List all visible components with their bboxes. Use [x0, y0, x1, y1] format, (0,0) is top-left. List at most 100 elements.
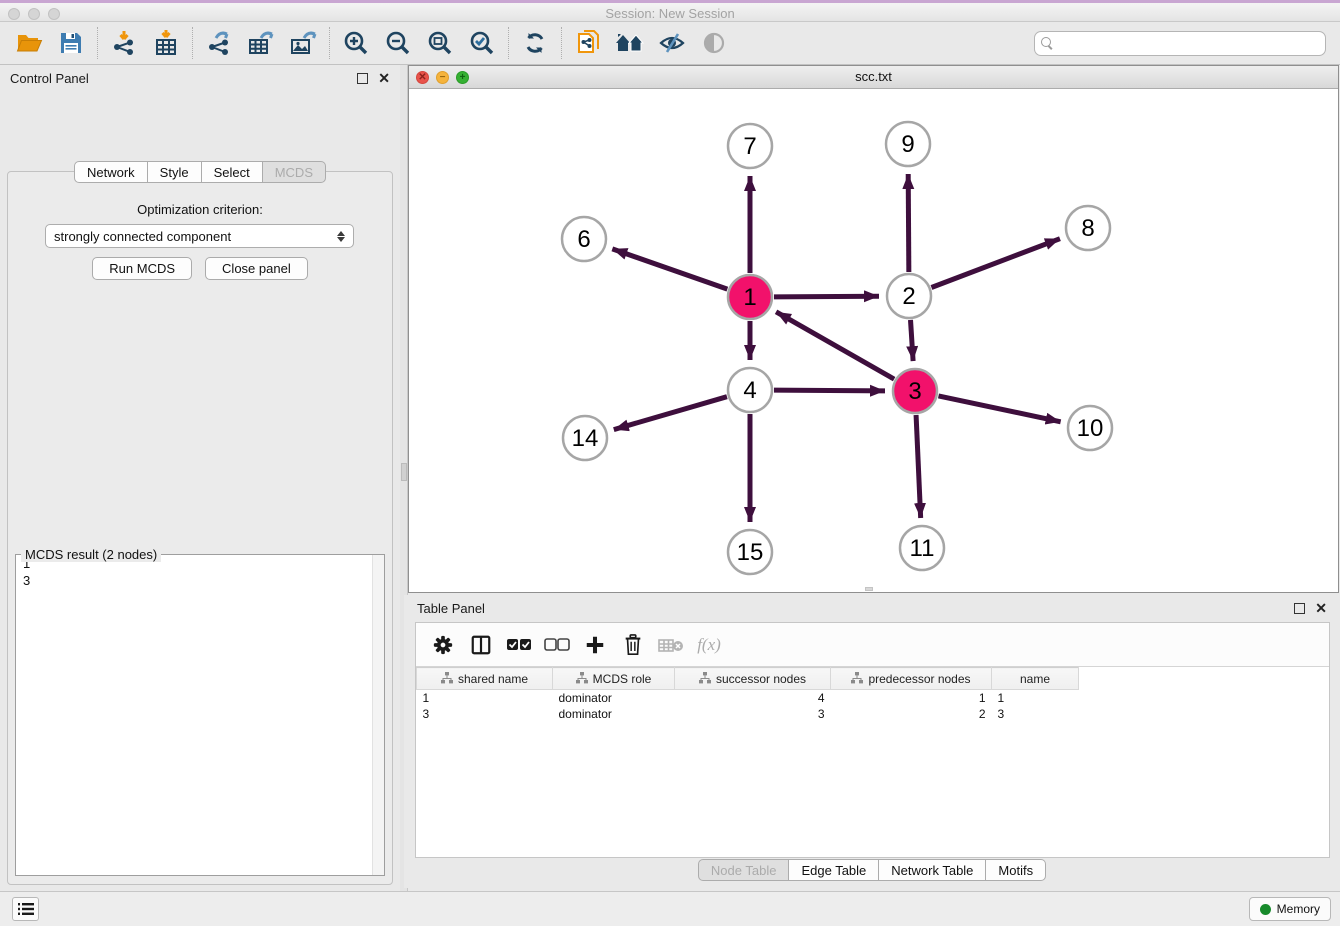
table-row[interactable]: 3 dominator 3 2 3	[417, 706, 1079, 722]
close-table-panel-icon[interactable]: ✕	[1315, 603, 1327, 614]
close-panel-button[interactable]: Close panel	[205, 257, 308, 280]
graph-node-label: 11	[910, 535, 935, 562]
column-header-predecessor-nodes[interactable]: predecessor nodes	[831, 668, 992, 690]
run-mcds-button[interactable]: Run MCDS	[92, 257, 192, 280]
graph-node-label: 9	[901, 131, 914, 158]
graph-node-label: 2	[902, 283, 915, 310]
memory-button[interactable]: Memory	[1249, 897, 1331, 921]
delete-table-icon-disabled	[654, 628, 688, 662]
graph-node-label: 3	[908, 378, 921, 405]
show-hidden-eye-icon[interactable]	[693, 25, 735, 61]
export-image-icon[interactable]	[282, 25, 324, 61]
memory-label: Memory	[1277, 902, 1320, 916]
graph-edge-3-1[interactable]	[776, 312, 894, 379]
tab-network[interactable]: Network	[74, 161, 148, 183]
mcds-result-title: MCDS result (2 nodes)	[21, 547, 161, 562]
graph-node-label: 15	[737, 539, 764, 566]
canvas-grip[interactable]	[865, 587, 873, 591]
network-window-title: scc.txt	[409, 69, 1338, 84]
float-table-panel-icon[interactable]	[1294, 603, 1305, 614]
export-table-icon[interactable]	[240, 25, 282, 61]
tab-select[interactable]: Select	[202, 161, 263, 183]
import-network-icon[interactable]	[103, 25, 145, 61]
tab-mcds[interactable]: MCDS	[263, 161, 326, 183]
table-toolbar: f(x)	[416, 623, 1329, 667]
graph-node-label: 6	[577, 226, 590, 253]
optimization-criterion-label: Optimization criterion:	[8, 202, 392, 217]
mcds-tab-pane: Optimization criterion: strongly connect…	[7, 171, 393, 885]
table-row[interactable]: 1 dominator 4 1 1	[417, 690, 1079, 706]
close-panel-icon[interactable]: ✕	[378, 73, 390, 84]
function-builder-icon-disabled: f(x)	[692, 628, 726, 662]
network-graph[interactable]: 7968124314101511	[409, 89, 1338, 592]
main-toolbar	[0, 22, 1340, 65]
table-panel: Table Panel ✕	[404, 595, 1340, 888]
table-settings-gear-icon[interactable]	[426, 628, 460, 662]
float-panel-icon[interactable]	[357, 73, 368, 84]
network-window-titlebar[interactable]: ✕ − + scc.txt	[409, 66, 1338, 89]
deselect-all-columns-icon[interactable]	[540, 628, 574, 662]
search-icon	[1041, 37, 1054, 50]
column-header-mcds-role[interactable]: MCDS role	[553, 668, 675, 690]
app-titlebar: Session: New Session	[0, 0, 1340, 22]
graph-edge-2-3[interactable]	[911, 320, 914, 361]
network-canvas[interactable]: 7968124314101511	[409, 89, 1338, 592]
import-table-icon[interactable]	[145, 25, 187, 61]
mcds-result-box: MCDS result (2 nodes) 1 3	[15, 554, 385, 876]
graph-edge-4-14[interactable]	[614, 397, 727, 430]
home-icon[interactable]	[609, 25, 651, 61]
graph-edge-3-10[interactable]	[938, 396, 1060, 422]
toolbar-separator	[97, 27, 98, 59]
network-view-window: ✕ − + scc.txt 7968124314101511	[408, 65, 1339, 593]
tab-network-table[interactable]: Network Table	[879, 859, 986, 881]
splitter-grip[interactable]	[401, 463, 407, 481]
graph-edge-4-3[interactable]	[774, 390, 885, 391]
select-stepper-icon	[337, 231, 345, 242]
toolbar-separator	[329, 27, 330, 59]
graph-edge-2-8[interactable]	[931, 239, 1060, 288]
status-bar: Memory	[0, 891, 1340, 926]
zoom-out-icon[interactable]	[377, 25, 419, 61]
node-table-card: f(x) shared name MCDS role successor nod…	[415, 622, 1330, 858]
graph-node-label: 1	[743, 284, 756, 311]
add-row-plus-icon[interactable]	[578, 628, 612, 662]
tab-motifs[interactable]: Motifs	[986, 859, 1046, 881]
show-column-panel-icon[interactable]	[464, 628, 498, 662]
mcds-result-line: 3	[16, 572, 384, 589]
export-network-icon[interactable]	[198, 25, 240, 61]
graph-node-label: 8	[1081, 215, 1094, 242]
graph-edge-1-6[interactable]	[612, 249, 727, 289]
tab-node-table[interactable]: Node Table	[698, 859, 790, 881]
zoom-fit-icon[interactable]	[419, 25, 461, 61]
graph-edge-1-2[interactable]	[774, 296, 879, 297]
graph-edge-3-11[interactable]	[916, 415, 921, 518]
graph-edge-2-9[interactable]	[908, 174, 909, 272]
optimization-criterion-select[interactable]: strongly connected component	[45, 224, 354, 248]
search-input[interactable]	[1058, 36, 1319, 50]
refresh-icon[interactable]	[514, 25, 556, 61]
window-title: Session: New Session	[0, 6, 1340, 21]
delete-row-trash-icon[interactable]	[616, 628, 650, 662]
graph-node-label: 14	[572, 425, 599, 452]
tab-style[interactable]: Style	[148, 161, 202, 183]
toolbar-separator	[561, 27, 562, 59]
tab-edge-table[interactable]: Edge Table	[789, 859, 879, 881]
zoom-selected-icon[interactable]	[461, 25, 503, 61]
memory-status-icon	[1260, 904, 1271, 915]
control-panel: Control Panel ✕ Network Style Select MCD…	[0, 65, 400, 891]
task-history-button[interactable]	[12, 897, 39, 921]
hide-selected-eye-icon[interactable]	[651, 25, 693, 61]
node-table: shared name MCDS role successor nodes pr…	[416, 667, 1079, 722]
search-box[interactable]	[1034, 31, 1326, 56]
column-header-successor-nodes[interactable]: successor nodes	[675, 668, 831, 690]
column-header-name[interactable]: name	[992, 668, 1079, 690]
toolbar-separator	[192, 27, 193, 59]
column-header-shared-name[interactable]: shared name	[417, 668, 553, 690]
select-all-columns-icon[interactable]	[502, 628, 536, 662]
result-scrollbar[interactable]	[372, 555, 384, 875]
selected-criterion: strongly connected component	[54, 229, 337, 244]
zoom-in-icon[interactable]	[335, 25, 377, 61]
save-session-icon[interactable]	[50, 25, 92, 61]
copy-network-icon[interactable]	[567, 25, 609, 61]
open-file-icon[interactable]	[8, 25, 50, 61]
